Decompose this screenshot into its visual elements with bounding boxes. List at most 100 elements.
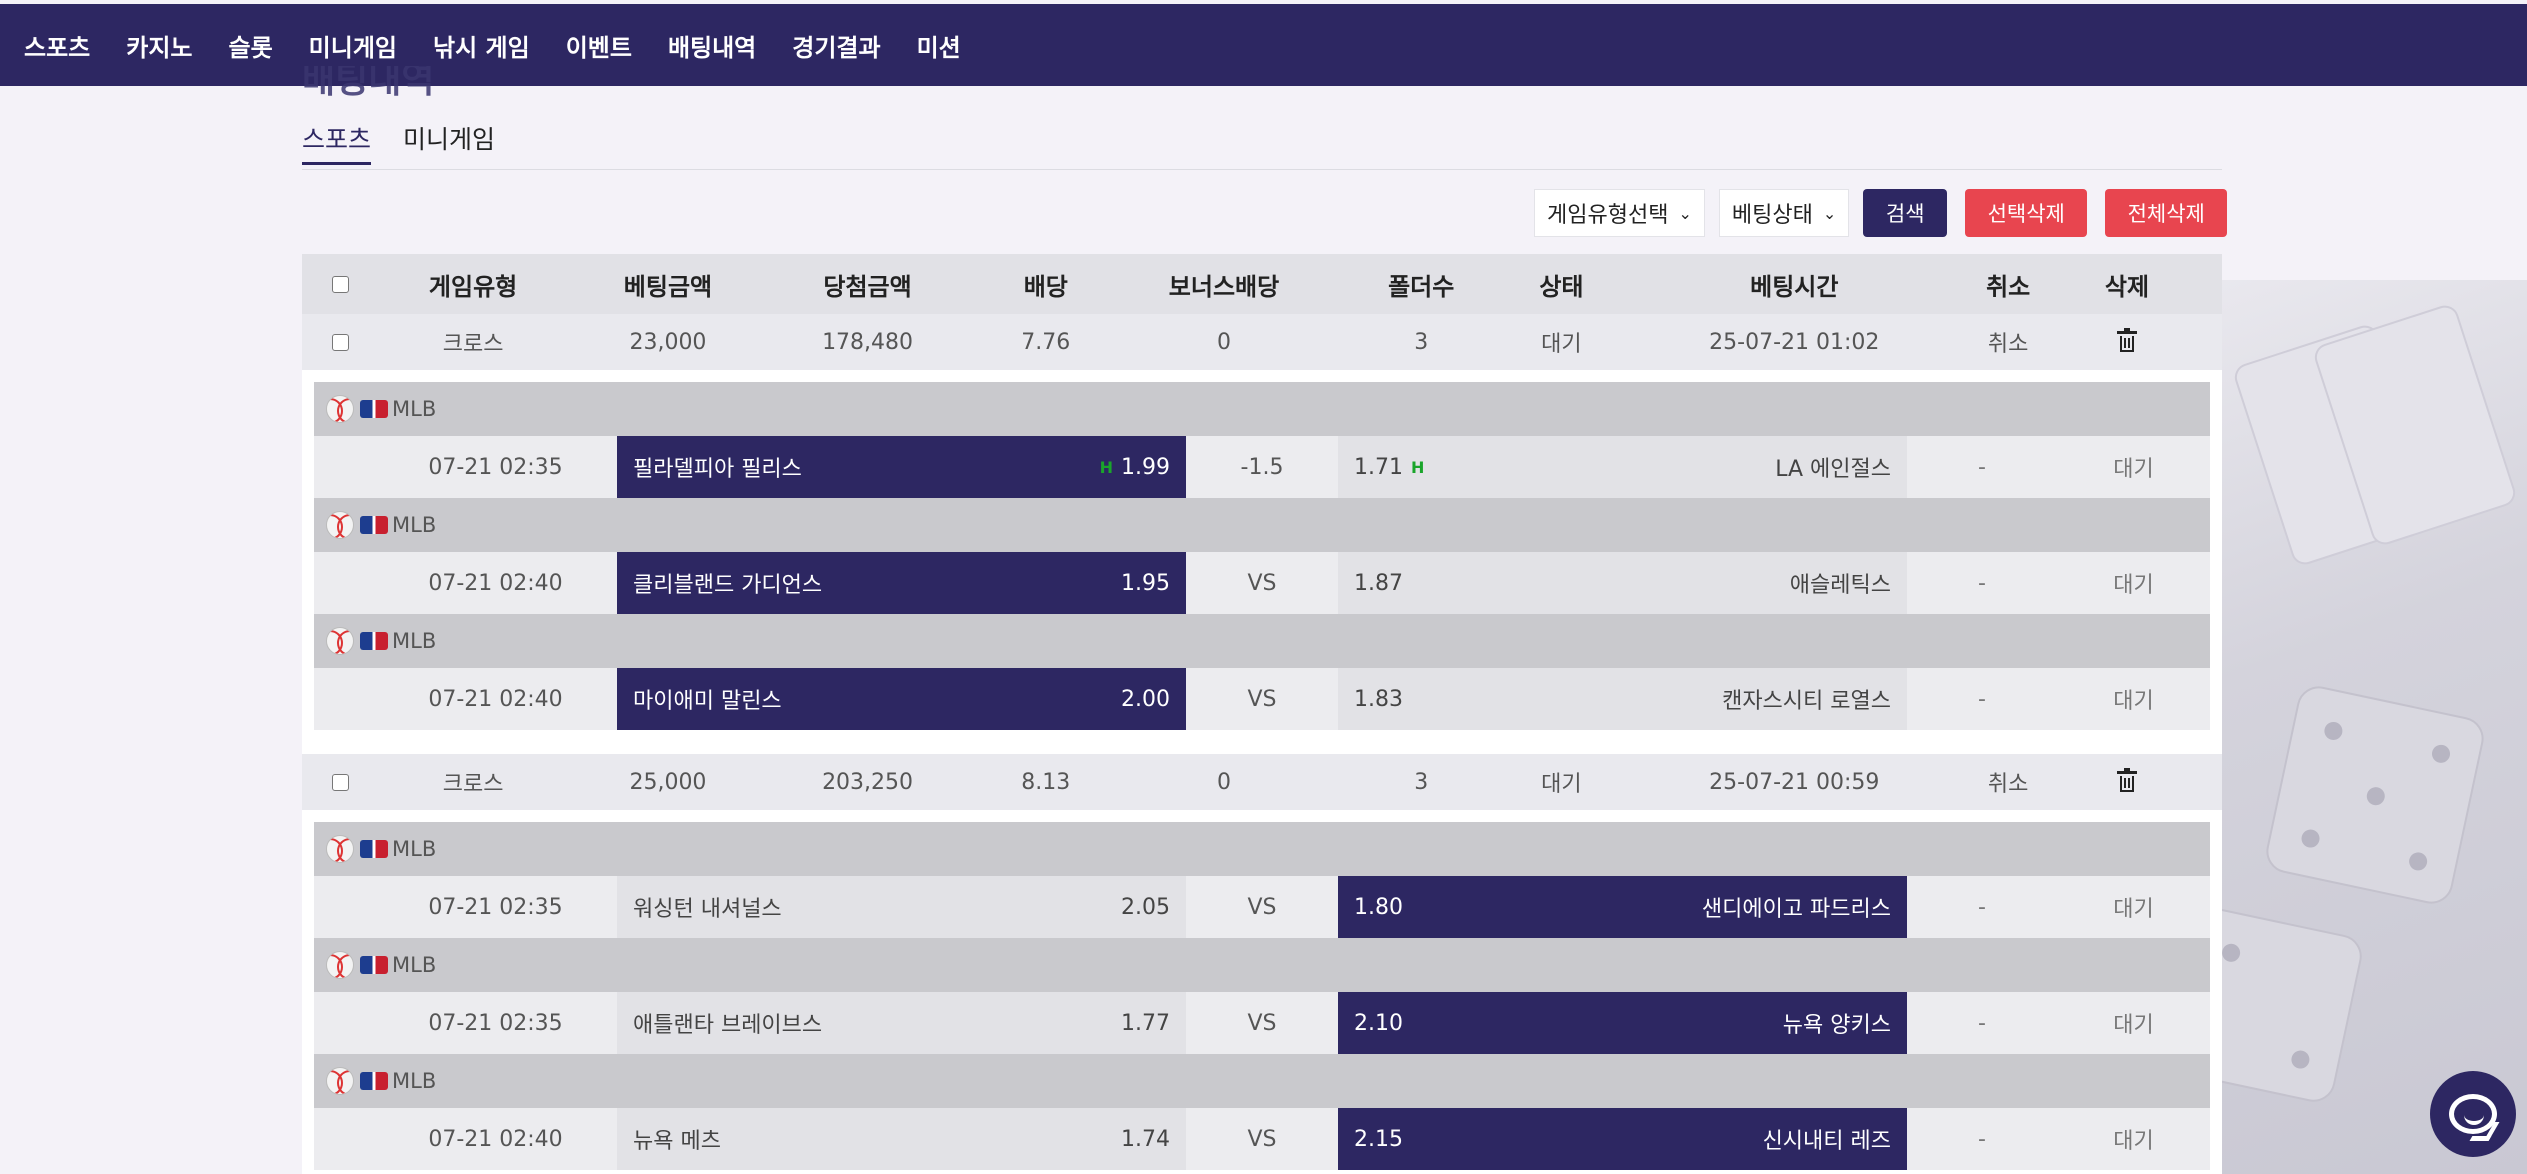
match-status: 대기 [2113, 1013, 2154, 1038]
match-score: - [1978, 686, 1986, 712]
match-row: 07-21 02:40 클리블랜드 가디언스 1.95 VS 1.87 애슬레틱스 - 대기 [314, 552, 2210, 614]
row-checkbox-cell [302, 773, 378, 791]
league-name: MLB [392, 953, 437, 977]
match-score: - [1978, 1010, 1986, 1036]
baseball-icon [326, 395, 354, 423]
mlb-logo-icon [360, 516, 388, 534]
home-team-name: 클리블랜드 가디언스 [633, 573, 823, 598]
folder-count: 3 [1414, 329, 1429, 355]
bet-time: 25-07-21 00:59 [1709, 769, 1880, 795]
baseball-icon [326, 951, 354, 979]
nav-fishing[interactable]: 낚시 게임 [433, 28, 530, 63]
nav-results[interactable]: 경기결과 [792, 28, 880, 63]
trash-icon[interactable] [2116, 328, 2137, 353]
home-team-pick: 워싱턴 내셔널스 2.05 [617, 876, 1186, 938]
trash-icon[interactable] [2116, 768, 2137, 793]
match-time: 07-21 02:35 [428, 894, 563, 920]
match-status: 대기 [2113, 897, 2154, 922]
col-delete: 삭제 [2104, 272, 2150, 301]
league-row: MLB [314, 382, 2210, 436]
bet-status-select-value: 베팅상태 [1731, 203, 1813, 228]
home-odds: 2.00 [1121, 686, 1170, 712]
nav-bet-history[interactable]: 배팅내역 [668, 28, 756, 63]
match-score: - [1978, 570, 1986, 596]
match-handicap: VS [1247, 894, 1277, 920]
bet-odds: 7.76 [1021, 329, 1071, 355]
table-header: 게임유형 베팅금액 당첨금액 배당 보너스배당 폴더수 상태 베팅시간 취소 삭… [302, 254, 2222, 314]
select-all-checkbox[interactable] [331, 275, 349, 293]
delete-selected-button[interactable]: 선택삭제 [1965, 189, 2088, 237]
league-name: MLB [392, 1069, 437, 1093]
baseball-icon [326, 627, 354, 655]
match-handicap: -1.5 [1240, 454, 1284, 480]
delete-cell [2032, 328, 2222, 353]
home-odds: 1.77 [1121, 1010, 1170, 1036]
mlb-logo-icon [360, 632, 388, 650]
mlb-logo-icon [360, 840, 388, 858]
league-name: MLB [392, 397, 437, 421]
home-team-name: 뉴욕 메츠 [633, 1129, 721, 1154]
col-bonus-odds: 보너스배당 [1168, 272, 1280, 301]
live-chat-button[interactable] [2430, 1071, 2516, 1157]
nav-minigame[interactable]: 미니게임 [309, 28, 397, 63]
mlb-logo-icon [360, 1072, 388, 1090]
cancel-link[interactable]: 취소 [1984, 326, 2032, 358]
nav-event[interactable]: 이벤트 [566, 28, 632, 63]
league-name: MLB [392, 629, 437, 653]
match-handicap: VS [1247, 686, 1277, 712]
bet-amount: 25,000 [629, 769, 707, 795]
tab-sports[interactable]: 스포츠 [302, 120, 372, 165]
chevron-down-icon: ⌄ [1822, 203, 1837, 223]
divider [302, 169, 2222, 170]
row-checkbox[interactable] [331, 773, 349, 791]
handicap-mark: H [1099, 457, 1114, 477]
select-all-checkbox-cell [302, 275, 378, 293]
league-row: MLB [314, 498, 2210, 552]
nav-sports[interactable]: 스포츠 [24, 28, 90, 63]
cancel-link[interactable]: 취소 [1984, 766, 2032, 798]
nav-mission[interactable]: 미션 [917, 28, 961, 63]
away-team-pick: 1.80 샌디에이고 파드리스 [1338, 876, 1907, 938]
mlb-logo-icon [360, 400, 388, 418]
bet-odds: 8.13 [1021, 769, 1071, 795]
search-button[interactable]: 검색 [1863, 189, 1948, 237]
home-odds: 1.74 [1121, 1126, 1170, 1152]
chat-icon [2449, 1094, 2497, 1134]
match-handicap: VS [1247, 1126, 1277, 1152]
bet-detail: MLB 07-21 02:35 필라델피아 필리스 H 1.99 -1.5 1.71 H LA … [302, 370, 2222, 742]
away-team-name: 캔자스시티 로열스 [1722, 689, 1891, 714]
nav-slot[interactable]: 슬롯 [229, 28, 273, 63]
baseball-icon [326, 511, 354, 539]
delete-all-button[interactable]: 전체삭제 [2105, 189, 2228, 237]
bet-amount: 23,000 [629, 329, 707, 355]
home-team-name: 워싱턴 내셔널스 [633, 897, 782, 922]
col-bet-amount: 베팅금액 [623, 272, 713, 301]
folder-count: 3 [1414, 769, 1429, 795]
bet-status: 대기 [1541, 332, 1582, 357]
match-score: - [1978, 1126, 1986, 1152]
league-row: MLB [314, 938, 2210, 992]
away-odds: 1.87 [1354, 570, 1403, 596]
col-win-amount: 당첨금액 [823, 272, 912, 301]
home-team-pick: 마이애미 말린스 2.00 [617, 668, 1186, 730]
bet-status-select[interactable]: 베팅상태 ⌄ [1718, 189, 1850, 237]
league-name: MLB [392, 513, 437, 537]
casino-background-art [2220, 280, 2527, 1174]
away-team-pick: 1.71 H LA 에인절스 [1338, 436, 1907, 498]
match-time: 07-21 02:40 [428, 1126, 563, 1152]
game-type-select[interactable]: 게임유형선택 ⌄ [1534, 189, 1705, 237]
league-row: MLB [314, 614, 2210, 668]
home-team-pick: 클리블랜드 가디언스 1.95 [617, 552, 1186, 614]
league-row: MLB [314, 822, 2210, 876]
tab-minigame[interactable]: 미니게임 [403, 120, 495, 165]
match-handicap: VS [1247, 570, 1277, 596]
match-row: 07-21 02:35 필라델피아 필리스 H 1.99 -1.5 1.71 H LA 에인절… [314, 436, 2210, 498]
away-team-name: LA 에인절스 [1775, 457, 1891, 482]
row-checkbox[interactable] [331, 333, 349, 351]
row-checkbox-cell [302, 333, 378, 351]
away-team-pick: 1.83 캔자스시티 로열스 [1338, 668, 1907, 730]
home-team-pick: 애틀랜타 브레이브스 1.77 [617, 992, 1186, 1054]
col-folders: 폴더수 [1388, 272, 1455, 301]
away-odds: 1.80 [1354, 894, 1403, 920]
nav-casino[interactable]: 카지노 [126, 28, 192, 63]
